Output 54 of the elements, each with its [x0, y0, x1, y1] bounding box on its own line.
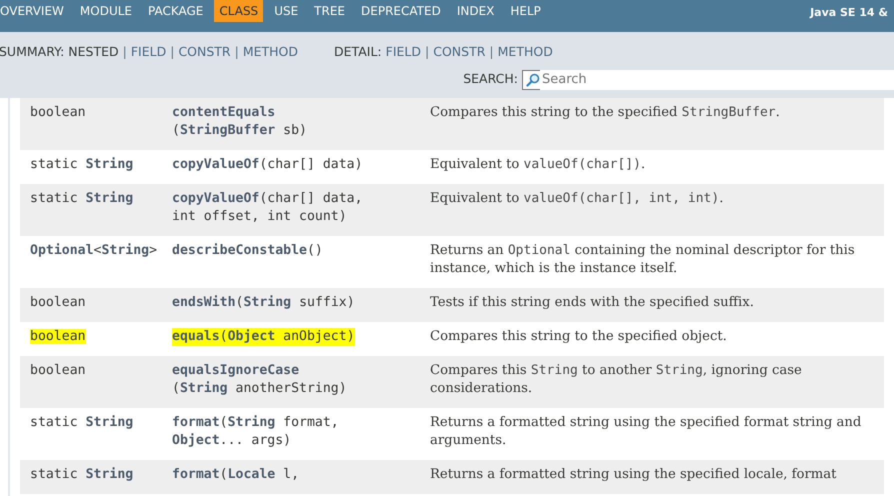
separator: | — [122, 43, 127, 61]
separator: | — [170, 43, 174, 61]
method-signature[interactable]: copyValueOf(char[] data) — [172, 156, 363, 174]
method-signature[interactable]: endsWith(String suffix) — [172, 294, 355, 312]
return-type: static String — [30, 191, 134, 206]
nav-link[interactable]: METHOD — [242, 43, 298, 62]
nav-label: DETAIL: — [334, 43, 382, 61]
nav-tab[interactable]: USE — [269, 0, 304, 22]
separator: | — [489, 43, 494, 61]
method-signature[interactable]: equalsIgnoreCase (String anotherString) — [172, 362, 347, 398]
nav-tab[interactable]: OVERVIEW — [0, 0, 69, 22]
nav-tab[interactable]: TREE — [309, 0, 350, 22]
page-title: Java SE 14 & — [810, 5, 888, 21]
nav-tab[interactable]: DEPRECATED — [356, 0, 446, 22]
method-signature[interactable]: format(Locale l, — [172, 466, 300, 484]
nav-link[interactable]: FIELD — [386, 43, 422, 62]
separator: | — [425, 43, 430, 61]
method-description: Returns an Optional containing the nominal descriptor for this instance, which is the instance itself. — [430, 242, 856, 278]
nav-link[interactable]: CONSTR — [433, 43, 486, 62]
method-signature[interactable]: copyValueOf(char[] data, int offset, int count) — [172, 190, 363, 226]
method-signature[interactable]: describeConstable() — [172, 242, 323, 260]
return-type: boolean — [30, 295, 86, 310]
nav-link[interactable]: FIELD — [130, 43, 166, 62]
nav-label: SUMMARY: — [0, 43, 64, 61]
nav-text: NESTED — [68, 43, 119, 61]
nav-tab[interactable]: PACKAGE — [143, 0, 208, 22]
method-signature[interactable]: format(String format, Object... args) — [172, 414, 339, 450]
method-signature[interactable]: equals(Object anObject) — [172, 328, 355, 346]
method-description: Compares this String to another String, ignoring case considerations. — [430, 362, 803, 398]
return-type: static String — [30, 415, 134, 430]
method-signature[interactable]: contentEquals (StringBuffer sb) — [172, 104, 307, 140]
method-description: Equivalent to valueOf(char[]). — [430, 156, 646, 174]
nav-tab[interactable]: INDEX — [452, 0, 500, 22]
nav-link[interactable]: METHOD — [498, 43, 553, 62]
return-type: boolean — [30, 329, 86, 344]
return-type: static String — [30, 467, 134, 482]
separator: | — [234, 43, 239, 61]
return-type: static String — [30, 157, 134, 172]
return-type: Optional<String> — [30, 243, 158, 258]
search-field[interactable]: Search — [522, 70, 894, 90]
method-description: Tests if this string ends with the specified suffix. — [430, 294, 755, 312]
nav-link[interactable]: CONSTR — [178, 43, 231, 62]
method-description: Compares this string to the specified object. — [430, 328, 728, 346]
nav-tab[interactable]: CLASS — [214, 0, 264, 22]
method-description: Compares this string to the specified StringBuffer. — [430, 104, 781, 122]
search-label: SEARCH: — [463, 70, 518, 88]
method-description: Equivalent to valueOf(char[], int, int). — [430, 190, 724, 208]
method-description: Returns a formatted string using the specified locale, format — [430, 466, 838, 484]
nav-tab[interactable]: HELP — [505, 0, 546, 22]
method-description: Returns a formatted string using the specified format string and arguments. — [430, 414, 862, 450]
search-icon — [526, 72, 540, 87]
return-type: boolean — [30, 363, 86, 378]
nav-tab[interactable]: MODULE — [74, 0, 137, 22]
return-type: boolean — [30, 105, 86, 120]
